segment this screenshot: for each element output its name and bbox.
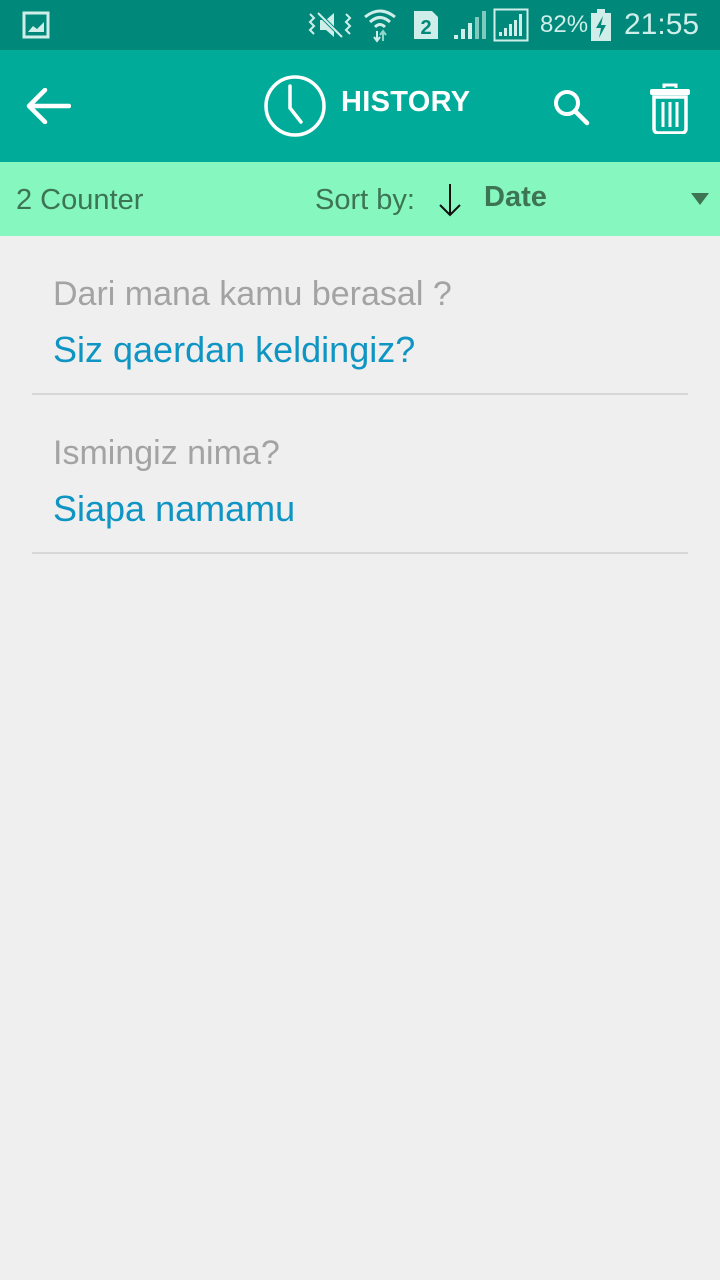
divider bbox=[32, 552, 688, 554]
search-button[interactable] bbox=[548, 84, 594, 130]
page-title: HISTORY bbox=[341, 86, 471, 118]
search-icon bbox=[554, 90, 590, 126]
delete-button[interactable] bbox=[645, 80, 695, 136]
sort-label: Sort by: bbox=[315, 184, 415, 216]
source-text: Dari mana kamu berasal ? bbox=[53, 275, 452, 313]
clock-time: 21:55 bbox=[624, 8, 700, 41]
sort-select[interactable]: Date bbox=[484, 181, 547, 214]
arrow-down-icon bbox=[439, 184, 461, 217]
trash-icon bbox=[650, 83, 690, 134]
sim2-icon: 2 bbox=[412, 0, 440, 50]
source-text: Ismingiz nima? bbox=[53, 434, 280, 472]
sort-dropdown-button[interactable] bbox=[690, 192, 710, 211]
translation-text: Siapa namamu bbox=[53, 488, 296, 529]
battery-percent: 82% bbox=[540, 11, 589, 38]
vibrate-mute-icon bbox=[306, 0, 354, 50]
sort-direction-button[interactable] bbox=[437, 182, 463, 223]
back-button[interactable] bbox=[20, 80, 76, 132]
translation-text: Siz qaerdan keldingiz? bbox=[53, 329, 416, 370]
arrow-left-icon bbox=[26, 88, 71, 124]
svg-text:2: 2 bbox=[420, 17, 431, 39]
gallery-notification-icon bbox=[22, 0, 50, 50]
sort-bar: 2 Counter Sort by: Date bbox=[0, 162, 720, 236]
clock-icon bbox=[263, 74, 327, 138]
battery-charging-icon bbox=[590, 0, 612, 50]
wifi-icon bbox=[363, 0, 397, 50]
status-bar: 2 82% 21:55 bbox=[0, 0, 720, 50]
signal-icon bbox=[452, 0, 488, 50]
divider bbox=[32, 393, 688, 395]
app-bar: HISTORY bbox=[0, 50, 720, 162]
triangle-down-icon bbox=[691, 193, 709, 205]
history-counter: 2 Counter bbox=[16, 184, 144, 216]
history-item[interactable]: Dari mana kamu berasal ? Siz qaerdan kel… bbox=[0, 237, 720, 395]
history-item[interactable]: Ismingiz nima? Siapa namamu bbox=[0, 396, 720, 554]
signal-icon bbox=[493, 0, 529, 50]
